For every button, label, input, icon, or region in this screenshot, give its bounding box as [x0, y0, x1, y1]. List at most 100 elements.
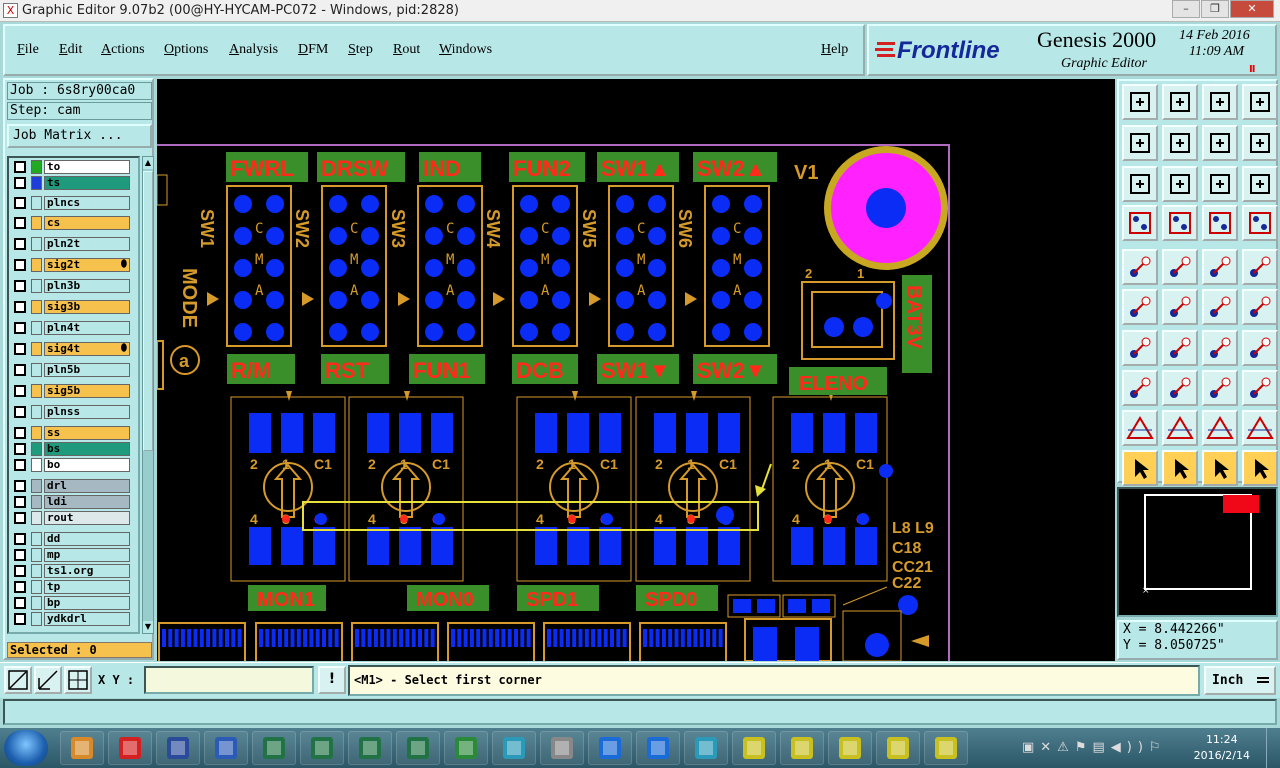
line-pad-2-icon[interactable]: [1242, 289, 1278, 325]
layer-checkbox[interactable]: [14, 480, 26, 492]
pad-add-icon[interactable]: [1122, 370, 1158, 406]
layer-color-swatch[interactable]: [31, 612, 42, 626]
layer-checkbox[interactable]: [14, 301, 26, 313]
layer-scrollbar[interactable]: ▲ ▼: [142, 156, 154, 634]
menu-actions[interactable]: Actions: [101, 42, 145, 58]
arch-pick-icon[interactable]: [1242, 410, 1278, 446]
scroll-down-icon[interactable]: ▼: [143, 621, 153, 633]
x-window-icon[interactable]: [828, 731, 872, 765]
graphic-canvas[interactable]: FWRL DRSW IND FUN2 SW1▲ SW2▲ C M A SW1 C M A SW2 C M A S…: [157, 79, 1115, 661]
excel-icon[interactable]: [252, 731, 296, 765]
layer-checkbox[interactable]: [14, 443, 26, 455]
excel-icon[interactable]: [300, 731, 344, 765]
layer-color-swatch[interactable]: [31, 564, 42, 578]
route-pick-icon[interactable]: [1242, 450, 1278, 486]
layer-color-swatch[interactable]: [31, 442, 42, 456]
word-icon[interactable]: [204, 731, 248, 765]
minimize-button[interactable]: –: [1172, 0, 1200, 18]
pause-icon[interactable]: II: [1249, 64, 1256, 75]
layer-color-swatch[interactable]: [31, 458, 42, 472]
x-window-icon[interactable]: [876, 731, 920, 765]
unit-selector[interactable]: Inch: [1204, 666, 1276, 695]
layer-row[interactable]: ydkdrl: [11, 612, 131, 626]
layer-color-swatch[interactable]: [31, 237, 42, 251]
export-icon[interactable]: [1122, 84, 1158, 120]
layer-color-swatch[interactable]: [31, 580, 42, 594]
cross-icon[interactable]: [1162, 289, 1198, 325]
menu-options[interactable]: Options: [164, 42, 208, 58]
scroll-thumb[interactable]: [143, 171, 153, 451]
layer-color-swatch[interactable]: [31, 196, 42, 210]
menu-analysis[interactable]: Analysis: [229, 42, 278, 58]
route-icon[interactable]: [1242, 125, 1278, 161]
layer-checkbox[interactable]: [14, 512, 26, 524]
layer-row[interactable]: ldi: [11, 495, 131, 509]
grid-icon[interactable]: [1162, 205, 1198, 241]
layer-name[interactable]: to: [44, 160, 130, 174]
layer-row[interactable]: pln2t: [11, 237, 131, 251]
measure-button[interactable]: [34, 666, 62, 694]
layer-checkbox[interactable]: [14, 259, 26, 271]
layer-name[interactable]: bp: [44, 596, 130, 610]
layer-checkbox[interactable]: [14, 565, 26, 577]
center-icon[interactable]: [1162, 166, 1198, 202]
connect-icon[interactable]: [1122, 289, 1158, 325]
draw-shape-icon[interactable]: [1162, 249, 1198, 285]
arch-icon[interactable]: [1202, 410, 1238, 446]
eye-viewer-icon[interactable]: [492, 731, 536, 765]
pad-icon[interactable]: [1242, 249, 1278, 285]
layer-name[interactable]: ts1.org: [44, 564, 130, 578]
layer-row[interactable]: pln3b: [11, 279, 131, 293]
layer-color-swatch[interactable]: [31, 258, 42, 272]
layer-checkbox[interactable]: [14, 581, 26, 593]
maximize-button[interactable]: ❐: [1201, 0, 1229, 18]
layer-name[interactable]: sig4t ⬮: [44, 342, 130, 356]
layer-color-swatch[interactable]: [31, 342, 42, 356]
layer-name[interactable]: sig2t ⬮: [44, 258, 130, 272]
snap-grid-button[interactable]: [64, 666, 92, 694]
layer-row[interactable]: ts: [11, 176, 131, 190]
layer-row[interactable]: sig3b: [11, 300, 131, 314]
layer-color-swatch[interactable]: [31, 426, 42, 440]
layer-checkbox[interactable]: [14, 496, 26, 508]
triangle-pick-icon[interactable]: [1162, 410, 1198, 446]
layer-name[interactable]: plnss: [44, 405, 130, 419]
ruler-icon[interactable]: [1202, 249, 1238, 285]
layer-checkbox[interactable]: [14, 238, 26, 250]
layer-checkbox[interactable]: [14, 427, 26, 439]
layout-icon[interactable]: [1242, 84, 1278, 120]
layer-checkbox[interactable]: [14, 459, 26, 471]
layer-row[interactable]: tp: [11, 580, 131, 594]
hand-icon[interactable]: [1122, 205, 1158, 241]
layer-row[interactable]: pln4t: [11, 321, 131, 335]
file-manager-icon[interactable]: [540, 731, 584, 765]
layer-name[interactable]: pln4t: [44, 321, 130, 335]
help-icon[interactable]: [1242, 166, 1278, 202]
horizontal-line-icon[interactable]: [1162, 370, 1198, 406]
layer-name[interactable]: ts: [44, 176, 130, 190]
layer-name[interactable]: mp: [44, 548, 130, 562]
zoom-home-button[interactable]: [4, 666, 32, 694]
align-left-icon[interactable]: [1122, 125, 1158, 161]
layer-row[interactable]: to: [11, 160, 131, 174]
net-2-icon[interactable]: [1242, 205, 1278, 241]
layer-row[interactable]: bp: [11, 596, 131, 610]
layer-row[interactable]: cs: [11, 216, 131, 230]
start-button[interactable]: [4, 730, 48, 766]
layer-checkbox[interactable]: [14, 533, 26, 545]
scroll-up-icon[interactable]: ▲: [143, 157, 153, 169]
overview-map[interactable]: ×: [1117, 487, 1278, 617]
excel-icon[interactable]: [348, 731, 392, 765]
pcb-view[interactable]: FWRL DRSW IND FUN2 SW1▲ SW2▲ CMASW1 CMASW2 CMAS…: [157, 79, 1115, 661]
layer-name[interactable]: bs: [44, 442, 130, 456]
layer-color-swatch[interactable]: [31, 321, 42, 335]
layer-row[interactable]: pln5b: [11, 363, 131, 377]
layer-checkbox[interactable]: [14, 343, 26, 355]
align-right-icon[interactable]: [1162, 125, 1198, 161]
layer-row[interactable]: rout: [11, 511, 131, 525]
layer-color-swatch[interactable]: [31, 279, 42, 293]
scale-1-2-icon[interactable]: [1202, 166, 1238, 202]
line-pad-icon[interactable]: [1202, 289, 1238, 325]
layer-color-swatch[interactable]: [31, 548, 42, 562]
layer-checkbox[interactable]: [14, 406, 26, 418]
